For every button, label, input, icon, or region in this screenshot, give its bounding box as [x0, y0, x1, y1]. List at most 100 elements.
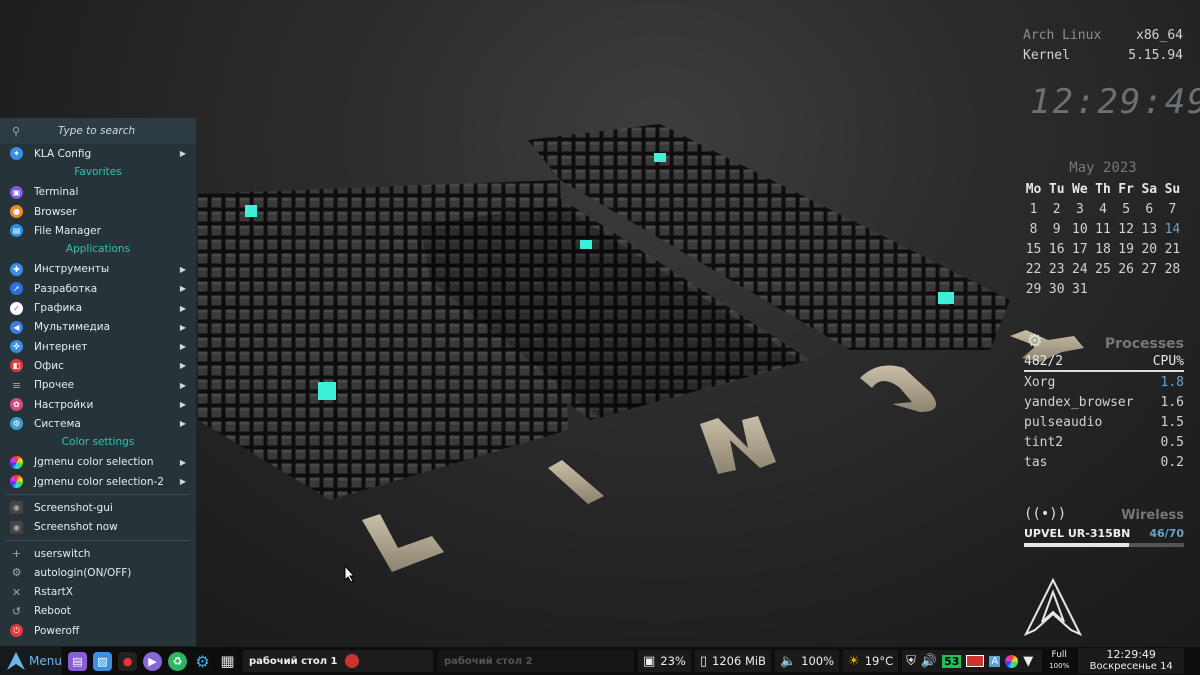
color-picker-icon[interactable]: [1005, 654, 1019, 668]
yandex-icon: [345, 654, 360, 668]
multimedia-icon: ◀: [10, 320, 23, 334]
chevron-right-icon: ▶: [179, 322, 186, 332]
weather-widget[interactable]: ☀ 19°C: [843, 650, 899, 672]
antenna-icon: ((•)): [1024, 506, 1067, 522]
folder-icon[interactable]: ▧: [93, 651, 112, 671]
cube-blocks: [198, 124, 1010, 500]
settings-gear-icon[interactable]: ⚙: [193, 651, 212, 671]
menu-item[interactable]: ✿ Настройки ▶: [0, 395, 196, 414]
calendar-grid: Mo Tu We Th Fr Sa Su 1 2 3 4 5 6 7 8 9 10 11 12 13 14 15 16 17…: [1022, 179, 1184, 299]
menu-item[interactable]: ⚙ autologin(ON/OFF): [0, 563, 196, 582]
chevron-right-icon: ▶: [179, 264, 186, 274]
calendar-day: 25: [1095, 261, 1111, 277]
power-icon: ⏻: [10, 624, 23, 638]
menu-item[interactable]: ✦ KLA Config ▶: [0, 144, 196, 163]
calendar-day: 27: [1141, 261, 1158, 277]
calendar-day: 13: [1141, 221, 1158, 237]
task-desktop-2[interactable]: рабочий стол 2: [438, 650, 634, 672]
calendar-day: [1091, 279, 1114, 299]
files-icon[interactable]: ▤: [68, 651, 87, 671]
memory-icon: ▯: [699, 653, 708, 669]
arch-logo: [1024, 578, 1082, 636]
battery[interactable]: Full 100%: [1044, 650, 1074, 672]
battery-percent: 100%: [1049, 662, 1070, 670]
cpu-monitor[interactable]: ▣ 23%: [638, 650, 691, 672]
menu-item[interactable]: ⚙ Система ▶: [0, 414, 196, 433]
cherry-icon[interactable]: ●: [118, 651, 137, 671]
camera-icon: ◉: [10, 501, 23, 515]
menu-item[interactable]: ● Browser: [0, 202, 196, 221]
menu-item[interactable]: ◉ Screenshot-gui: [0, 498, 196, 517]
letter-u: [860, 365, 937, 412]
media-player-icon[interactable]: ▶: [143, 651, 162, 671]
mouse-cursor-icon: [344, 565, 356, 583]
file-manager-icon: ▤: [10, 224, 23, 238]
menu-item[interactable]: ✜ Интернет ▶: [0, 337, 196, 356]
office-icon: ◧: [10, 359, 23, 373]
volume-tray-icon[interactable]: 🔊: [921, 654, 937, 669]
menu-item[interactable]: ➚ Разработка ▶: [0, 279, 196, 298]
menu-item[interactable]: ⏻ Poweroff: [0, 621, 196, 640]
recycle-icon[interactable]: ♻: [168, 651, 187, 671]
process-row: tas 0.2: [1024, 452, 1184, 472]
calendar-day: 22: [1025, 261, 1042, 277]
menu-item[interactable]: Jgmenu color selection-2 ▶: [0, 472, 196, 491]
menu-item[interactable]: ◀ Мультимедиа ▶: [0, 318, 196, 337]
chevron-right-icon: ▶: [179, 419, 186, 429]
grid-icon[interactable]: ▦: [218, 651, 237, 671]
menu-item-label: Настройки: [34, 398, 94, 411]
graphics-icon: ✓: [10, 301, 23, 315]
task-desktop-1[interactable]: рабочий стол 1: [243, 650, 433, 672]
wifi-tray-icon[interactable]: ▼: [1023, 654, 1033, 669]
menu-item[interactable]: ✚ Инструменты ▶: [0, 260, 196, 279]
keyboard-layout-flag-icon[interactable]: [966, 655, 985, 667]
volume-control[interactable]: 🔈 100%: [774, 650, 840, 672]
menu-button[interactable]: Menu: [0, 647, 62, 675]
menu-item[interactable]: ↺ Reboot: [0, 602, 196, 621]
menu-item[interactable]: + userswitch: [0, 544, 196, 563]
calendar-month: May 2023: [1069, 160, 1137, 176]
menu-section-header: Applications: [65, 243, 131, 256]
development-icon: ➚: [10, 282, 23, 296]
calendar-day: 28: [1164, 261, 1181, 277]
menu-search[interactable]: ⚲ Type to search: [0, 118, 196, 144]
process-count: 482/2: [1024, 354, 1064, 369]
menu-item-label: Jgmenu color selection-2: [34, 475, 164, 488]
process-row: pulseaudio 1.5: [1024, 412, 1184, 432]
letter-n: [700, 416, 776, 474]
menu-item-label: Poweroff: [34, 624, 80, 637]
process-cpu: 1.6: [1160, 394, 1184, 410]
menu-item-label: Инструменты: [34, 263, 110, 276]
badge-icon[interactable]: 53: [942, 654, 962, 668]
menu-item[interactable]: ✕ RstartX: [0, 583, 196, 602]
memory-monitor[interactable]: ▯ 1206 MiB: [694, 650, 771, 672]
process-row: tint2 0.5: [1024, 432, 1184, 452]
gear-icon: ⚙: [11, 566, 22, 580]
process-cpu: 1.8: [1160, 374, 1184, 390]
menu-item[interactable]: Jgmenu color selection ▶: [0, 453, 196, 472]
weather-value: 19°C: [864, 654, 894, 668]
taskbar-time: 12:29:49: [1106, 648, 1156, 661]
chevron-right-icon: ▶: [179, 457, 186, 467]
menu-item[interactable]: ◧ Офис ▶: [0, 356, 196, 375]
menu-item[interactable]: ▣ Terminal: [0, 183, 196, 202]
translate-icon[interactable]: A: [989, 655, 1001, 667]
calendar-day: 15: [1025, 241, 1042, 257]
menu-item[interactable]: ▤ File Manager: [0, 221, 196, 240]
signal-strength: 46/70: [1149, 527, 1184, 540]
menu-item[interactable]: ≡ Прочее ▶: [0, 376, 196, 395]
calendar-day: 10: [1072, 221, 1088, 237]
menu-section-header: Favorites: [74, 166, 122, 179]
menu-item[interactable]: ✓ Графика ▶: [0, 298, 196, 317]
menu-item[interactable]: ◉ Screenshot now: [0, 518, 196, 537]
taskbar: Menu ▤ ▧ ● ▶ ♻ ⚙ ▦ рабочий стол 1 рабочи…: [0, 647, 1200, 675]
process-cpu: 0.5: [1160, 434, 1184, 450]
process-name: tint2: [1024, 434, 1064, 450]
shield-icon[interactable]: ⛨: [906, 654, 916, 669]
process-name: pulseaudio: [1024, 414, 1103, 430]
menu-section-header: Color settings: [61, 436, 135, 449]
taskbar-clock[interactable]: 12:29:49 Воскресенье 14 мая: [1078, 648, 1185, 675]
os-name: Arch Linux: [1023, 28, 1102, 43]
chevron-right-icon: ▶: [179, 361, 186, 371]
calendar-day-header: Th: [1095, 181, 1111, 197]
